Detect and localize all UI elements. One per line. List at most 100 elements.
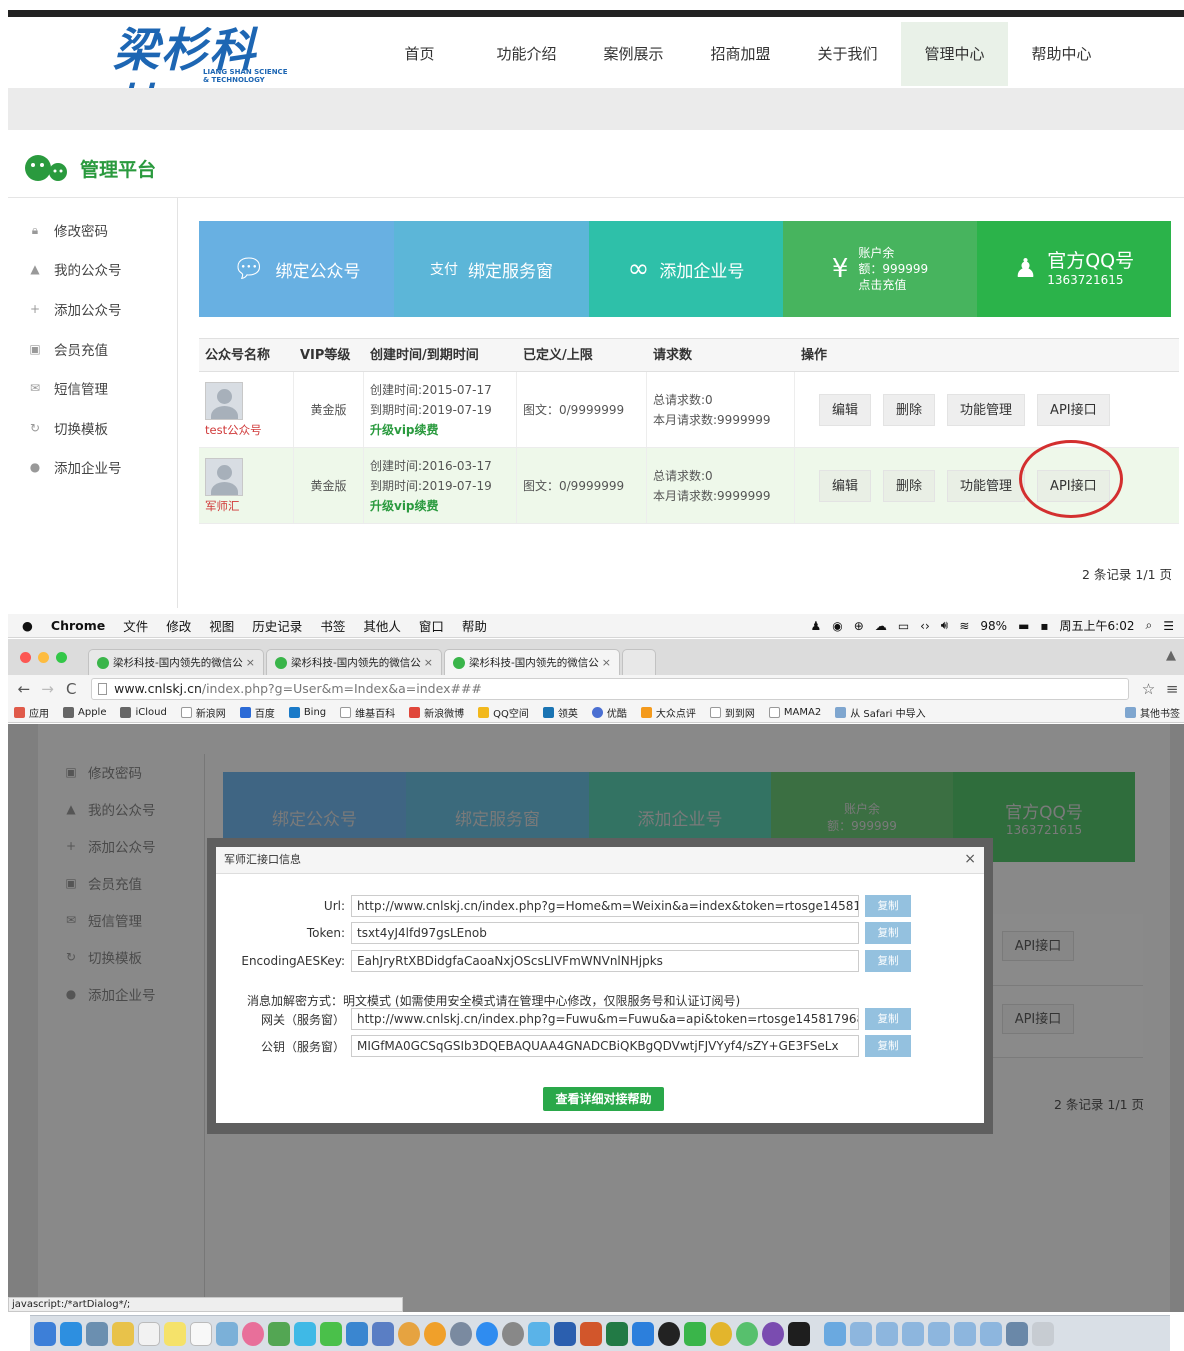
notes-icon[interactable]: [112, 1321, 134, 1346]
aeskey-input[interactable]: EahJryRtXBDidgfaCaoaNxjOScsLIVFmWNVnlNHj…: [351, 950, 859, 972]
sidebar-item-change-password[interactable]: ▣ 修改密码: [64, 762, 214, 782]
bookmark-safari-import[interactable]: 从 Safari 中导入: [835, 705, 926, 720]
stickies-icon[interactable]: [164, 1321, 186, 1346]
public-key-input[interactable]: MIGfMA0GCSqGSIb3DQEBAQUAA4GNADCBiQKBgQDV…: [351, 1035, 859, 1057]
app-icon[interactable]: [632, 1321, 654, 1346]
app-icon[interactable]: [762, 1321, 784, 1346]
tile-qq[interactable]: ♟ 官方QQ号 1363721615: [977, 221, 1171, 317]
menu-window[interactable]: 窗口: [419, 616, 444, 635]
wifi-icon[interactable]: ≋: [959, 619, 969, 633]
qq-icon[interactable]: [658, 1321, 680, 1346]
api-button[interactable]: API接口: [1037, 393, 1110, 426]
reload-icon[interactable]: C: [59, 680, 83, 698]
tile-balance[interactable]: ¥ 账户余 额：999999 点击充值: [783, 221, 977, 317]
launchpad-icon[interactable]: [450, 1321, 472, 1346]
minimize-window-button[interactable]: [38, 652, 49, 663]
code-icon[interactable]: ‹›: [920, 619, 930, 633]
xcode-icon[interactable]: [346, 1321, 368, 1346]
browser-tab[interactable]: 梁杉科技-国内领先的微信公 ×: [266, 649, 442, 675]
messages-icon[interactable]: [294, 1321, 316, 1346]
folder-icon[interactable]: [876, 1321, 898, 1346]
bookmark-youku[interactable]: 优酷: [591, 705, 627, 720]
app-icon[interactable]: [424, 1321, 446, 1346]
battery-icon[interactable]: ▬: [1018, 619, 1029, 633]
close-icon[interactable]: ×: [602, 656, 611, 669]
app-icon[interactable]: [372, 1321, 394, 1346]
tile-add-enterprise[interactable]: ∞ 添加企业号: [589, 221, 783, 317]
app-store-icon[interactable]: [476, 1321, 498, 1346]
folder-icon[interactable]: [980, 1321, 1002, 1346]
sidebar-item-switch-template[interactable]: ↻ 切换模板: [8, 408, 177, 448]
view-help-button[interactable]: 查看详细对接帮助: [543, 1087, 664, 1111]
app-icon[interactable]: [398, 1321, 420, 1346]
terminal-icon[interactable]: [788, 1321, 810, 1346]
preview-icon[interactable]: [86, 1321, 108, 1346]
copy-button[interactable]: 复制: [865, 895, 911, 917]
sidebar-item-switch-template[interactable]: ↻ 切换模板: [64, 947, 214, 967]
powerpoint-icon[interactable]: [580, 1321, 602, 1346]
itunes-icon[interactable]: [242, 1321, 264, 1346]
bookmark-apple[interactable]: Apple: [63, 707, 106, 718]
profile-icon[interactable]: ▲: [1166, 648, 1176, 663]
word-icon[interactable]: [554, 1321, 576, 1346]
folder-icon[interactable]: [824, 1321, 846, 1346]
delete-button[interactable]: 删除: [883, 393, 936, 426]
sidebar-item-add-account[interactable]: + 添加公众号: [64, 836, 214, 856]
copy-button[interactable]: 复制: [865, 1008, 911, 1030]
tile-bind-service[interactable]: 支付 绑定服务窗: [394, 221, 589, 317]
nav-about[interactable]: 关于我们: [794, 22, 901, 86]
token-input[interactable]: tsxt4yJ4lfd97gsLEnob: [351, 922, 859, 944]
bookmark-qzone[interactable]: QQ空间: [478, 705, 529, 720]
new-tab-button[interactable]: [622, 649, 656, 675]
record-icon[interactable]: ◉: [832, 619, 842, 633]
back-icon[interactable]: ←: [12, 680, 36, 698]
nav-cases[interactable]: 案例展示: [580, 22, 687, 86]
gateway-input[interactable]: http://www.cnlskj.cn/index.php?g=Fuwu&m=…: [351, 1008, 859, 1030]
sidebar-item-add-enterprise[interactable]: ● 添加企业号: [8, 448, 177, 488]
sidebar-item-sms[interactable]: ✉ 短信管理: [64, 910, 214, 930]
clock[interactable]: 周五上午6:02: [1060, 617, 1135, 634]
api-button[interactable]: API接口: [1002, 1004, 1074, 1034]
finder-icon[interactable]: [34, 1321, 56, 1346]
copy-button[interactable]: 复制: [865, 922, 911, 944]
tile-bind-mp[interactable]: 💬︎ 绑定公众号: [199, 221, 394, 317]
menu-edit[interactable]: 修改: [166, 616, 191, 635]
photos-icon[interactable]: [216, 1321, 238, 1346]
chrome-icon[interactable]: [710, 1321, 732, 1346]
list-icon[interactable]: ☰: [1163, 619, 1174, 633]
folder-icon[interactable]: [928, 1321, 950, 1346]
zoom-window-button[interactable]: [56, 652, 67, 663]
close-icon[interactable]: ×: [424, 656, 433, 669]
account-name[interactable]: test公众号: [205, 422, 293, 438]
menu-bookmarks[interactable]: 书签: [320, 616, 345, 635]
app-icon[interactable]: [502, 1321, 524, 1346]
flag-icon[interactable]: ▪: [1040, 619, 1048, 633]
browser-tab[interactable]: 梁杉科技-国内领先的微信公 ×: [88, 649, 264, 675]
close-icon[interactable]: ×: [246, 656, 255, 669]
menu-view[interactable]: 视图: [209, 616, 234, 635]
upgrade-link[interactable]: 升级vip续费: [370, 421, 516, 438]
star-icon[interactable]: ☆: [1137, 680, 1161, 698]
browser-tab-active[interactable]: 梁杉科技-国内领先的微信公 ×: [444, 649, 620, 675]
folder-icon[interactable]: [954, 1321, 976, 1346]
site-logo[interactable]: 梁杉科技 LIANG SHAN SCIENCE & TECHNOLOGY: [113, 22, 293, 133]
display-icon[interactable]: ▭: [898, 619, 909, 633]
bookmark-sina[interactable]: 新浪网: [180, 705, 226, 720]
folder-icon[interactable]: [850, 1321, 872, 1346]
feature-manage-button[interactable]: 功能管理: [947, 393, 1026, 426]
edit-button[interactable]: 编辑: [819, 469, 872, 502]
forward-icon[interactable]: →: [36, 680, 60, 698]
nav-admin[interactable]: 管理中心: [901, 22, 1008, 86]
bookmark-baidu[interactable]: 百度: [239, 705, 275, 720]
recharge-link[interactable]: 点击充值: [858, 277, 928, 293]
menu-help[interactable]: 帮助: [462, 616, 487, 635]
app-icon[interactable]: [528, 1321, 550, 1346]
folder-icon[interactable]: [1006, 1321, 1028, 1346]
facetime-icon[interactable]: [320, 1321, 342, 1346]
bookmark-icloud[interactable]: iCloud: [120, 707, 167, 718]
copy-button[interactable]: 复制: [865, 1035, 911, 1057]
sidebar-item-add-account[interactable]: + 添加公众号: [8, 289, 177, 329]
nav-help[interactable]: 帮助中心: [1008, 22, 1115, 86]
nav-franchise[interactable]: 招商加盟: [687, 22, 794, 86]
bookmark-daodao[interactable]: 到到网: [709, 705, 755, 720]
